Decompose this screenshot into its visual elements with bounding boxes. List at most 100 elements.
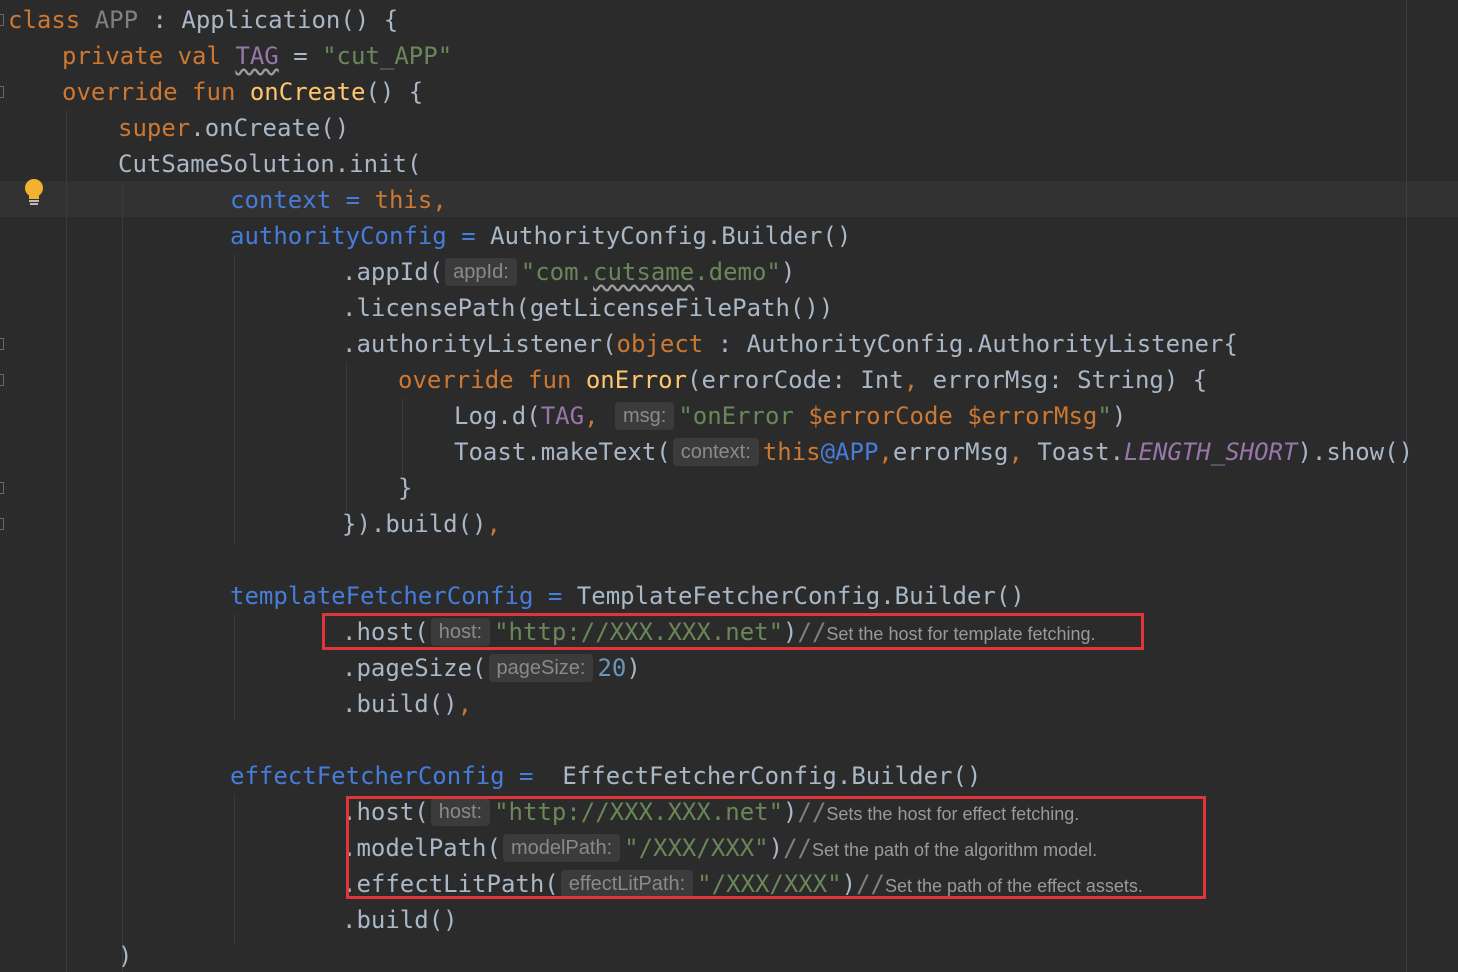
code-text: ) [626, 654, 641, 682]
string-literal: cutsame [593, 258, 695, 286]
code-text: .build() [342, 906, 458, 934]
fold-marker-icon[interactable] [0, 374, 4, 386]
right-margin-guide [1406, 0, 1407, 972]
code-line[interactable]: }).build(), [342, 506, 501, 542]
keyword: this, [374, 186, 447, 214]
code-text: ) [780, 258, 796, 286]
parameter-hint: appId: [445, 258, 517, 286]
code-line[interactable]: authorityConfig = AuthorityConfig.Builde… [230, 218, 851, 254]
indent-guide [234, 794, 235, 944]
code-line[interactable]: override fun onError(errorCode: Int, err… [398, 362, 1207, 398]
code-line[interactable]: .build(), [342, 686, 472, 722]
indent-guide [234, 254, 235, 544]
code-line[interactable]: .build() [342, 902, 458, 938]
indent-guide [402, 398, 403, 476]
code-line[interactable]: Log.d(TAG, msg: "onError $errorCode $erro… [454, 398, 1126, 434]
code-line[interactable]: private val TAG = "cut_APP" [62, 38, 452, 74]
code-text: } [398, 474, 413, 502]
indent-guide [66, 110, 67, 972]
code-text: () { [365, 78, 424, 106]
code-line[interactable]: class APP : Application() { [8, 2, 398, 38]
code-text: = [504, 762, 563, 790]
code-text: .appId( [342, 258, 444, 286]
code-line[interactable]: .authorityListener(object : AuthorityCon… [342, 326, 1238, 362]
highlight-box-effect-config [346, 796, 1206, 899]
code-line[interactable]: CutSameSolution.init( [118, 146, 421, 182]
indent-guide [234, 614, 235, 720]
code-text: , [1008, 438, 1023, 466]
code-text: .build() [342, 690, 458, 718]
fold-marker-icon[interactable] [0, 518, 4, 530]
string-literal: "onError [678, 402, 809, 430]
named-argument: templateFetcherConfig [230, 582, 534, 610]
named-argument: context [230, 186, 332, 214]
code-text: , [584, 402, 599, 430]
named-argument: effectFetcherConfig [230, 762, 505, 790]
keyword: class [8, 6, 81, 34]
code-text: , [457, 690, 473, 718]
code-text: : Application() { [138, 6, 399, 34]
code-text: ) [1111, 402, 1127, 430]
parameter-hint: pageSize: [488, 654, 594, 682]
property-name: TAG [235, 42, 279, 70]
code-text: .onCreate() [190, 114, 350, 142]
code-text: , [486, 510, 501, 538]
code-line[interactable]: templateFetcherConfig = TemplateFetcherC… [230, 578, 1025, 614]
template-variable: $errorMsg [967, 402, 1098, 430]
property-name: TAG [540, 402, 585, 430]
code-text: EffectFetcherConfig.Builder() [562, 762, 982, 790]
template-variable: $errorCode [808, 402, 953, 430]
constant: LENGTH_SHORT [1124, 438, 1298, 466]
code-line[interactable]: } [398, 470, 412, 506]
parameter-hint: msg: [614, 402, 675, 430]
keyword: this [762, 438, 821, 466]
code-text: .pageSize( [342, 654, 487, 682]
code-editor[interactable]: class APP : Application() { private val … [0, 0, 1458, 972]
code-line[interactable]: override fun onCreate() { [62, 74, 423, 110]
current-line-highlight [0, 181, 1458, 217]
string-literal [953, 402, 967, 430]
code-line[interactable]: context = this, [230, 182, 447, 218]
code-line[interactable]: super.onCreate() [118, 110, 349, 146]
fold-marker-icon[interactable] [0, 482, 4, 494]
code-text: errorMsg: String) { [918, 366, 1208, 394]
indent-guide [122, 182, 123, 972]
code-text: = [533, 582, 577, 610]
string-literal: " [1097, 402, 1112, 430]
code-line[interactable]: Toast.makeText(context: this@APP,errorMsg… [454, 434, 1413, 470]
function-name: onError [585, 366, 687, 394]
keyword: super [118, 114, 191, 142]
code-text: TemplateFetcherConfig.Builder() [576, 582, 1025, 610]
number-literal: 20 [597, 654, 627, 682]
code-text: Toast.makeText( [454, 438, 671, 466]
named-argument: authorityConfig [230, 222, 447, 250]
label-reference: @APP [820, 438, 879, 466]
code-line[interactable]: .pageSize(pageSize: 20) [342, 650, 641, 686]
code-text: : AuthorityConfig.AuthorityListener{ [703, 330, 1238, 358]
intention-bulb-icon[interactable] [22, 178, 46, 208]
code-line[interactable]: .appId(appId: "com.cutsame.demo") [342, 254, 795, 290]
string-literal: "com. [520, 258, 594, 286]
string-literal: .demo" [694, 258, 781, 286]
keyword: object [616, 330, 704, 358]
fold-marker-icon[interactable] [0, 14, 4, 26]
code-text: Log.d( [454, 402, 541, 430]
code-line[interactable]: .licensePath(getLicenseFilePath()) [342, 290, 833, 326]
keyword: private val [62, 42, 236, 70]
code-line[interactable]: effectFetcherConfig = EffectFetcherConfi… [230, 758, 981, 794]
code-text: = [446, 222, 491, 250]
string-literal: "cut_APP" [322, 42, 453, 70]
code-text: = [278, 42, 323, 70]
keyword: override fun [62, 78, 250, 106]
code-line[interactable]: ) [118, 938, 132, 972]
fold-marker-icon[interactable] [0, 86, 4, 98]
code-text: .authorityListener( [342, 330, 617, 358]
code-text: AuthorityConfig.Builder() [490, 222, 852, 250]
fold-marker-icon[interactable] [0, 338, 4, 350]
code-text: ) [118, 942, 133, 970]
parameter-hint: context: [672, 438, 759, 466]
highlight-box-template-host [322, 613, 1144, 650]
code-text: CutSameSolution.init( [118, 150, 422, 178]
code-text: , [903, 366, 919, 394]
code-text: = [331, 186, 375, 214]
